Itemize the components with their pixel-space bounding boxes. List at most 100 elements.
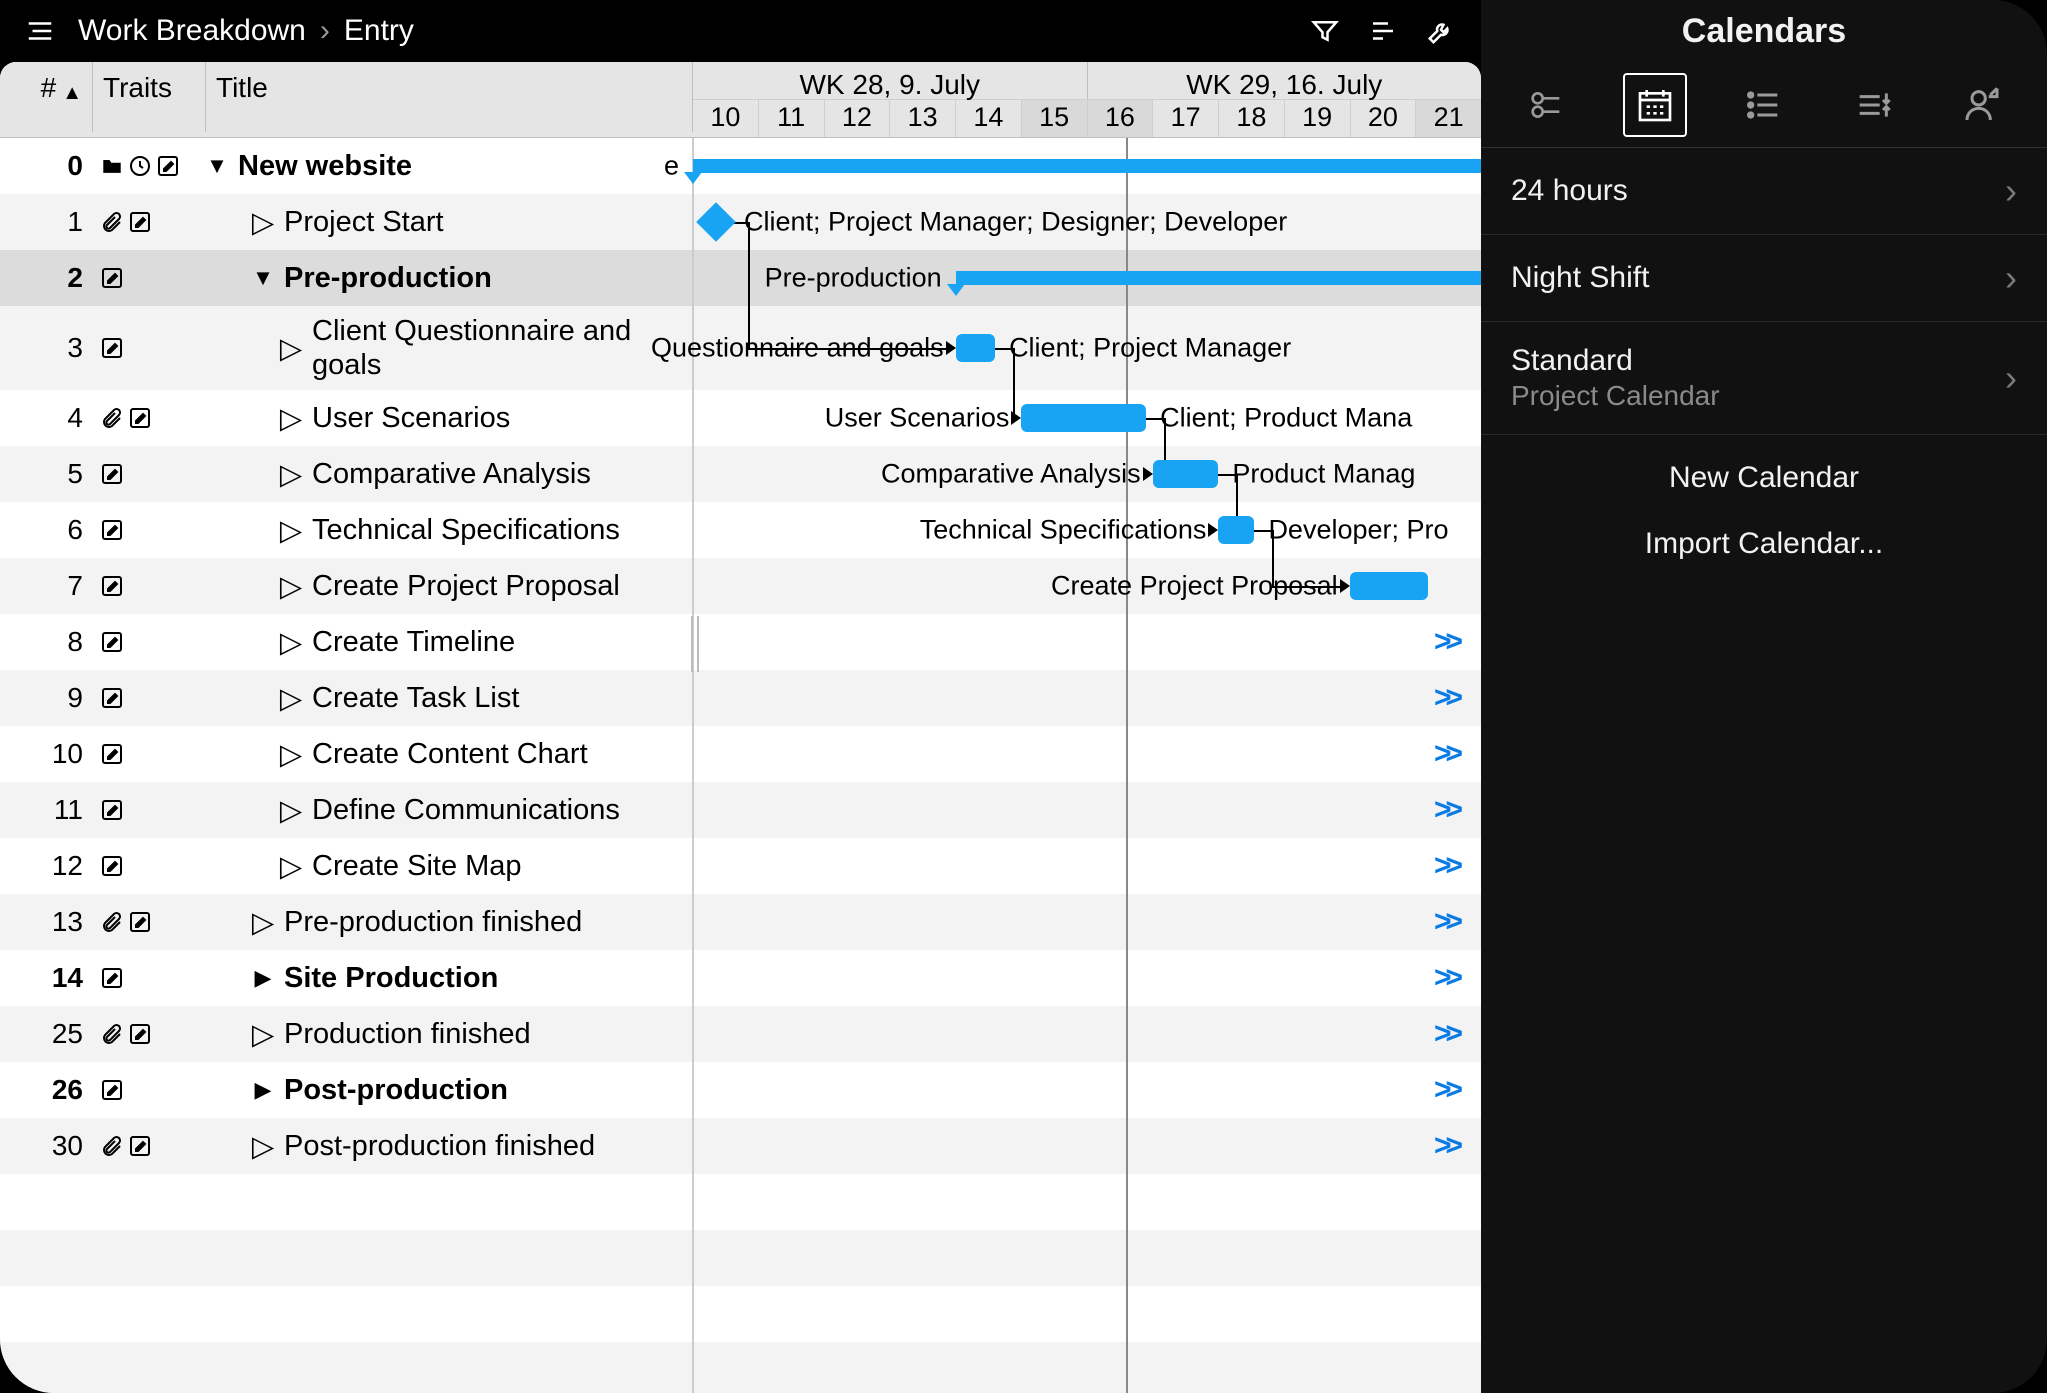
row-number — [0, 1174, 93, 1230]
task-row[interactable]: 30▷Post-production finished>> — [0, 1118, 1481, 1174]
inspector-sidebar: Calendars 24 hours›Night Shift›StandardP… — [1481, 0, 2047, 1393]
task-row[interactable]: 3▷Client Questionnaire and goalsQuestion… — [0, 306, 1481, 390]
gantt-label: Technical Specifications — [920, 515, 1207, 546]
edit-icon — [127, 1021, 153, 1047]
row-traits — [93, 726, 206, 782]
offscreen-task-arrow[interactable]: >> — [1434, 625, 1457, 659]
blank-row — [0, 1174, 1481, 1230]
wrench-icon[interactable] — [1421, 11, 1461, 51]
gantt-label: Client; Project Manager; Designer; Devel… — [744, 207, 1287, 238]
offscreen-task-arrow[interactable]: >> — [1434, 1073, 1457, 1107]
gantt-label: Pre-production — [765, 263, 942, 294]
task-title: Client Questionnaire and goals — [312, 314, 682, 382]
task-row[interactable]: 26▶Post-production>> — [0, 1062, 1481, 1118]
offscreen-task-arrow[interactable]: >> — [1434, 1017, 1457, 1051]
offscreen-task-arrow[interactable]: >> — [1434, 1129, 1457, 1163]
task-row[interactable]: 9▷Create Task List>> — [0, 670, 1481, 726]
leaf-icon: ▷ — [280, 401, 302, 436]
row-traits — [93, 670, 206, 726]
breadcrumb-item[interactable]: Entry — [344, 14, 414, 48]
leaf-icon: ▷ — [252, 905, 274, 940]
task-row[interactable]: 5▷Comparative AnalysisComparative Analys… — [0, 446, 1481, 502]
offscreen-task-arrow[interactable]: >> — [1434, 681, 1457, 715]
sidebar-tab-person[interactable] — [1950, 73, 2014, 137]
sidebar-tab-calendar[interactable] — [1623, 73, 1687, 137]
gantt-cell — [693, 1342, 1481, 1393]
row-traits — [93, 1118, 206, 1174]
offscreen-task-arrow[interactable]: >> — [1434, 849, 1457, 883]
sidebar-tab-key[interactable] — [1514, 73, 1578, 137]
task-title: Create Content Chart — [312, 737, 588, 771]
leaf-icon: ▷ — [280, 625, 302, 660]
task-row[interactable]: 25▷Production finished>> — [0, 1006, 1481, 1062]
column-resize-handle[interactable] — [691, 616, 699, 672]
task-row[interactable]: 14▶Site Production>> — [0, 950, 1481, 1006]
dependency-arrow-icon — [1208, 523, 1218, 537]
chevron-right-icon: › — [320, 14, 330, 48]
summary-bar[interactable] — [693, 159, 1481, 173]
gantt-view-icon[interactable] — [1363, 11, 1403, 51]
gantt-cell: >> — [693, 1062, 1481, 1118]
task-bar[interactable] — [1218, 516, 1254, 544]
filter-icon[interactable] — [1305, 11, 1345, 51]
row-traits — [93, 950, 206, 1006]
gantt-cell: e — [693, 138, 1481, 194]
row-number: 26 — [0, 1062, 93, 1118]
offscreen-task-arrow[interactable]: >> — [1434, 793, 1457, 827]
column-header-traits[interactable]: Traits — [93, 62, 206, 132]
task-bar[interactable] — [1350, 572, 1429, 600]
task-bar[interactable] — [1021, 404, 1146, 432]
task-row[interactable]: 2▼Pre-productionPre-production — [0, 250, 1481, 306]
app-menu-icon[interactable] — [20, 11, 60, 51]
task-title: Production finished — [284, 1017, 531, 1051]
task-row[interactable]: 10▷Create Content Chart>> — [0, 726, 1481, 782]
gantt-label: User Scenarios — [825, 403, 1010, 434]
row-traits — [93, 446, 206, 502]
leaf-icon: ▷ — [280, 793, 302, 828]
task-bar[interactable] — [1153, 460, 1219, 488]
row-title-cell: ▷Pre-production finished — [206, 894, 693, 950]
row-traits — [93, 1230, 206, 1286]
task-row[interactable]: 12▷Create Site Map>> — [0, 838, 1481, 894]
gantt-separator — [693, 138, 694, 1393]
task-row[interactable]: 0▼New websitee — [0, 138, 1481, 194]
calendar-item[interactable]: StandardProject Calendar› — [1481, 322, 2047, 435]
edit-icon — [155, 153, 181, 179]
timeline-header: WK 28, 9. JulyWK 29, 16. July 1011121314… — [693, 62, 1481, 137]
task-row[interactable]: 13▷Pre-production finished>> — [0, 894, 1481, 950]
row-number: 12 — [0, 838, 93, 894]
leaf-icon: ▷ — [280, 569, 302, 604]
breadcrumb-item[interactable]: Work Breakdown — [78, 14, 306, 48]
sidebar-tab-list[interactable] — [1732, 73, 1796, 137]
row-traits — [93, 1286, 206, 1342]
row-title-cell — [206, 1286, 693, 1342]
column-header-title[interactable]: Title — [206, 62, 693, 132]
row-number — [0, 1342, 93, 1393]
task-row[interactable]: 7▷Create Project ProposalCreate Project … — [0, 558, 1481, 614]
row-number: 10 — [0, 726, 93, 782]
sidebar-tab-sort[interactable] — [1841, 73, 1905, 137]
column-header-number[interactable]: #▲ — [0, 62, 93, 132]
task-bar[interactable] — [956, 334, 995, 362]
calendar-item[interactable]: 24 hours› — [1481, 148, 2047, 235]
disclosure-closed-icon[interactable]: ▶ — [252, 1077, 274, 1103]
calendar-item[interactable]: Night Shift› — [1481, 235, 2047, 322]
disclosure-open-icon[interactable]: ▼ — [252, 265, 274, 291]
day-header-cell: 21 — [1415, 100, 1481, 138]
disclosure-open-icon[interactable]: ▼ — [206, 153, 228, 179]
import-calendar-button[interactable]: Import Calendar... — [1645, 527, 1883, 561]
today-indicator — [1126, 138, 1128, 1393]
disclosure-closed-icon[interactable]: ▶ — [252, 965, 274, 991]
offscreen-task-arrow[interactable]: >> — [1434, 737, 1457, 771]
task-row[interactable]: 11▷Define Communications>> — [0, 782, 1481, 838]
clip-icon — [99, 209, 125, 235]
task-row[interactable]: 8▷Create Timeline>> — [0, 614, 1481, 670]
milestone-diamond[interactable] — [696, 202, 736, 242]
offscreen-task-arrow[interactable]: >> — [1434, 905, 1457, 939]
summary-bar[interactable] — [956, 271, 1481, 285]
row-traits — [93, 390, 206, 446]
chevron-right-icon: › — [2005, 170, 2017, 212]
offscreen-task-arrow[interactable]: >> — [1434, 961, 1457, 995]
task-row[interactable]: 4▷User ScenariosUser ScenariosClient; Pr… — [0, 390, 1481, 446]
new-calendar-button[interactable]: New Calendar — [1669, 461, 1859, 495]
